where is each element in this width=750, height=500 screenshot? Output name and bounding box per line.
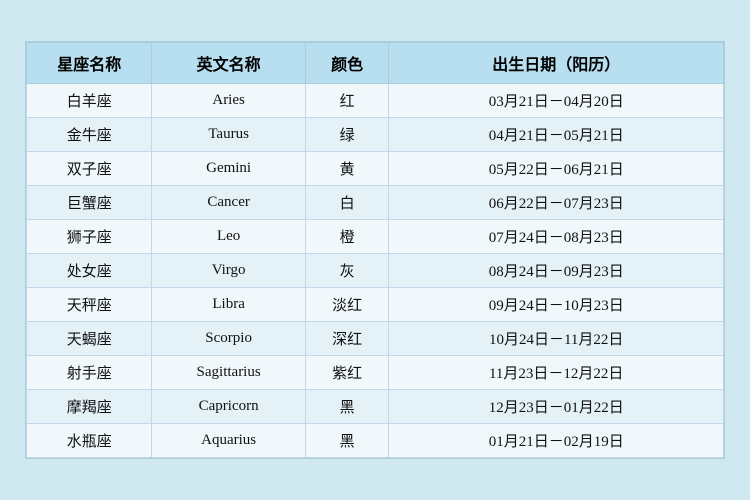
cell-zh: 射手座: [27, 356, 152, 390]
cell-color: 红: [305, 84, 389, 118]
cell-en: Aries: [152, 84, 305, 118]
cell-color: 紫红: [305, 356, 389, 390]
header-date: 出生日期（阳历）: [389, 43, 724, 84]
cell-color: 深红: [305, 322, 389, 356]
cell-en: Aquarius: [152, 424, 305, 458]
cell-date: 03月21日－04月20日: [389, 84, 724, 118]
cell-zh: 金牛座: [27, 118, 152, 152]
zodiac-table: 星座名称 英文名称 颜色 出生日期（阳历） 白羊座Aries红03月21日－04…: [26, 42, 724, 458]
cell-color: 黑: [305, 424, 389, 458]
cell-color: 淡红: [305, 288, 389, 322]
cell-date: 07月24日－08月23日: [389, 220, 724, 254]
cell-en: Leo: [152, 220, 305, 254]
cell-en: Gemini: [152, 152, 305, 186]
table-row: 摩羯座Capricorn黑12月23日－01月22日: [27, 390, 724, 424]
cell-date: 11月23日－12月22日: [389, 356, 724, 390]
cell-color: 白: [305, 186, 389, 220]
table-row: 金牛座Taurus绿04月21日－05月21日: [27, 118, 724, 152]
zodiac-table-wrapper: 星座名称 英文名称 颜色 出生日期（阳历） 白羊座Aries红03月21日－04…: [25, 41, 725, 459]
table-row: 双子座Gemini黄05月22日－06月21日: [27, 152, 724, 186]
cell-en: Scorpio: [152, 322, 305, 356]
cell-date: 01月21日－02月19日: [389, 424, 724, 458]
cell-zh: 天秤座: [27, 288, 152, 322]
cell-date: 06月22日－07月23日: [389, 186, 724, 220]
cell-color: 绿: [305, 118, 389, 152]
table-row: 天蝎座Scorpio深红10月24日－11月22日: [27, 322, 724, 356]
cell-en: Virgo: [152, 254, 305, 288]
cell-en: Sagittarius: [152, 356, 305, 390]
cell-zh: 水瓶座: [27, 424, 152, 458]
table-row: 狮子座Leo橙07月24日－08月23日: [27, 220, 724, 254]
table-row: 水瓶座Aquarius黑01月21日－02月19日: [27, 424, 724, 458]
cell-zh: 天蝎座: [27, 322, 152, 356]
cell-zh: 双子座: [27, 152, 152, 186]
cell-date: 04月21日－05月21日: [389, 118, 724, 152]
cell-en: Taurus: [152, 118, 305, 152]
cell-color: 灰: [305, 254, 389, 288]
cell-date: 10月24日－11月22日: [389, 322, 724, 356]
header-color: 颜色: [305, 43, 389, 84]
table-row: 巨蟹座Cancer白06月22日－07月23日: [27, 186, 724, 220]
cell-date: 08月24日－09月23日: [389, 254, 724, 288]
table-row: 白羊座Aries红03月21日－04月20日: [27, 84, 724, 118]
cell-color: 黑: [305, 390, 389, 424]
cell-zh: 处女座: [27, 254, 152, 288]
header-en: 英文名称: [152, 43, 305, 84]
cell-color: 黄: [305, 152, 389, 186]
cell-en: Cancer: [152, 186, 305, 220]
table-header-row: 星座名称 英文名称 颜色 出生日期（阳历）: [27, 43, 724, 84]
cell-zh: 狮子座: [27, 220, 152, 254]
cell-date: 12月23日－01月22日: [389, 390, 724, 424]
cell-color: 橙: [305, 220, 389, 254]
cell-date: 05月22日－06月21日: [389, 152, 724, 186]
table-row: 射手座Sagittarius紫红11月23日－12月22日: [27, 356, 724, 390]
cell-zh: 巨蟹座: [27, 186, 152, 220]
cell-zh: 摩羯座: [27, 390, 152, 424]
cell-en: Capricorn: [152, 390, 305, 424]
cell-date: 09月24日－10月23日: [389, 288, 724, 322]
cell-en: Libra: [152, 288, 305, 322]
header-zh: 星座名称: [27, 43, 152, 84]
table-row: 处女座Virgo灰08月24日－09月23日: [27, 254, 724, 288]
table-row: 天秤座Libra淡红09月24日－10月23日: [27, 288, 724, 322]
cell-zh: 白羊座: [27, 84, 152, 118]
